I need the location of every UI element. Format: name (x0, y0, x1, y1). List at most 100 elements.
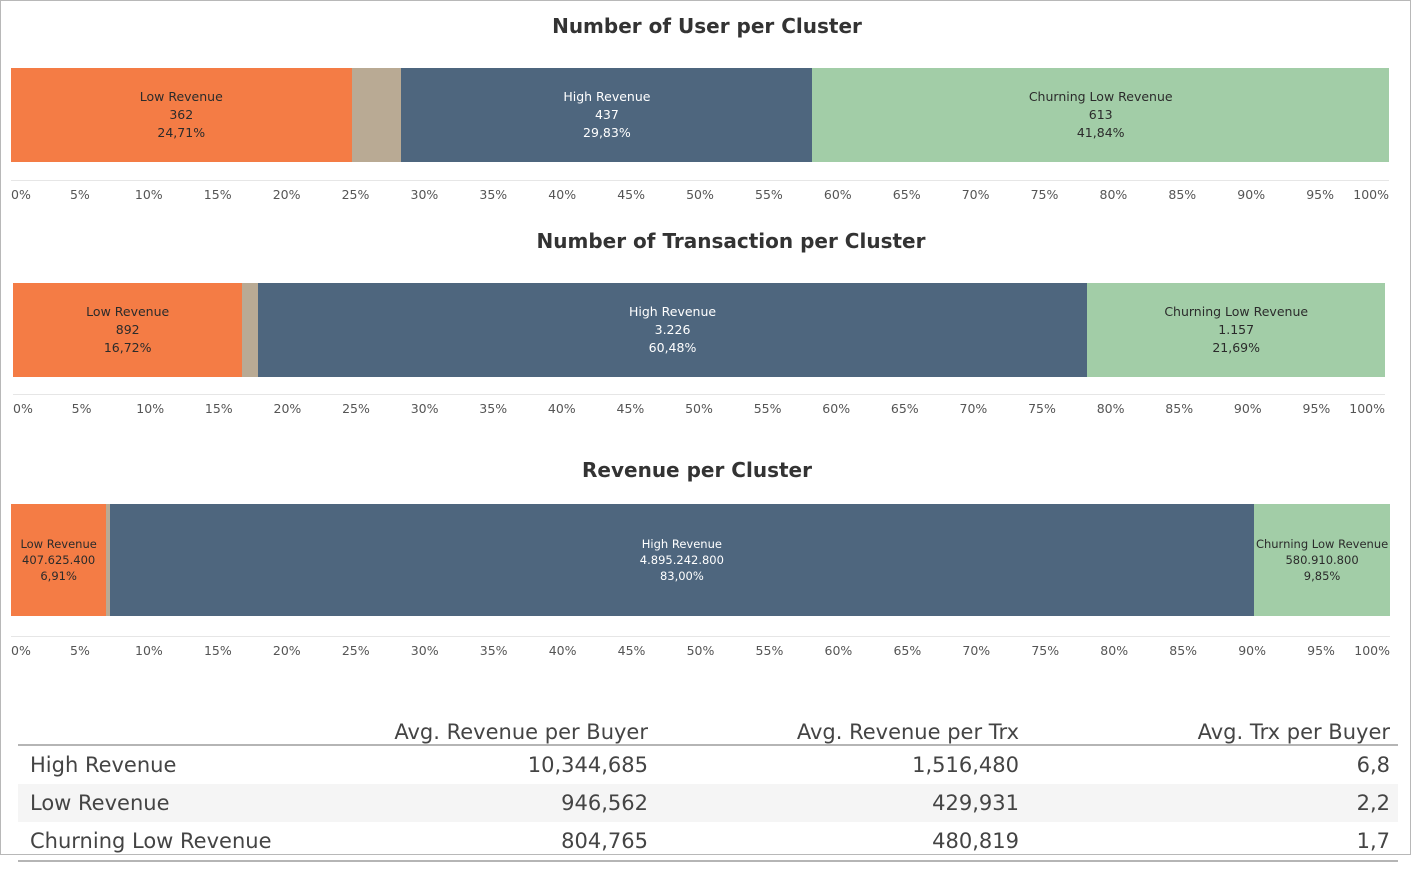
x-tick-label: 35% (479, 643, 508, 658)
x-tick-label: 90% (1233, 401, 1262, 416)
x-tick-label: 30% (410, 187, 439, 202)
bar-segment-high-revenue[interactable]: High Revenue 3.226 60,48% (257, 283, 1088, 377)
x-tick-label: 10% (136, 401, 165, 416)
segment-value-label: 613 (1088, 107, 1113, 122)
x-tick-label: 40% (547, 401, 576, 416)
x-tick-label: 95% (1302, 401, 1331, 416)
segment-name-label: High Revenue (563, 89, 651, 104)
x-tick-label: 25% (341, 643, 370, 658)
x-tick-label: 60% (822, 401, 851, 416)
bar-segment-churning-low-revenue[interactable]: Churning Low Revenue 613 41,84% (812, 68, 1389, 162)
x-tick-label: 100% (1354, 643, 1390, 658)
segment-value-label: 362 (169, 107, 194, 122)
x-axis-users: 0% 5% 10% 15% 20% 25% 30% 35% 40% 45% 50% 55% 60% 65%… (11, 180, 1389, 205)
row-name: Low Revenue (18, 784, 308, 822)
segment-data-label: High Revenue 4.895.242.800 83,00% (640, 536, 724, 584)
x-tick-label: 80% (1100, 643, 1129, 658)
table-row: Churning Low Revenue 804,765 480,819 1,7 (18, 822, 1398, 862)
x-tick-label: 20% (273, 401, 302, 416)
x-tick-label: 65% (893, 643, 922, 658)
bar-segment-other[interactable] (351, 68, 402, 162)
x-tick-label: 0% (11, 643, 31, 658)
x-axis-revenue: 0% 5% 10% 15% 20% 25% 30% 35% 40% 45% 50% 55% 60% 65%… (11, 636, 1390, 661)
x-tick-label: 45% (617, 643, 646, 658)
segment-data-label: Low Revenue 362 24,71% (140, 88, 223, 142)
x-tick-label: 5% (71, 401, 92, 416)
x-tick-label: 5% (70, 643, 90, 658)
x-tick-label: 15% (204, 401, 233, 416)
segment-data-label: Churning Low Revenue 1.157 21,69% (1164, 303, 1308, 357)
bar-segment-low-revenue[interactable]: Low Revenue 362 24,71% (11, 68, 352, 162)
x-tick-label: 95% (1306, 187, 1334, 202)
segment-percent-label: 9,85% (1303, 569, 1341, 583)
x-tick-label: 40% (548, 643, 577, 658)
segment-value-label: 580.910.800 (1285, 553, 1359, 567)
x-tick-label: 85% (1165, 401, 1194, 416)
x-tick-label: 20% (272, 643, 301, 658)
segment-name-label: Churning Low Revenue (1164, 304, 1309, 319)
x-tick-label: 15% (203, 187, 232, 202)
cell-avg-revenue-per-trx: 429,931 (656, 784, 1027, 822)
segment-data-label: High Revenue 3.226 60,48% (629, 303, 716, 357)
table-header-row: Avg. Revenue per Buyer Avg. Revenue per … (18, 708, 1398, 746)
segment-percent-label: 24,71% (157, 125, 206, 140)
bar-segment-high-revenue[interactable]: High Revenue 437 29,83% (401, 68, 813, 162)
x-tick-label: 60% (823, 187, 852, 202)
bar-segment-high-revenue[interactable]: High Revenue 4.895.242.800 83,00% (109, 504, 1255, 616)
x-tick-label: 40% (548, 187, 577, 202)
x-tick-label: 50% (685, 401, 713, 416)
chart-title-transactions: Number of Transaction per Cluster (536, 229, 926, 253)
x-tick-label: 5% (69, 187, 90, 202)
cell-avg-trx-per-buyer: 2,2 (1027, 784, 1398, 822)
segment-name-label: Low Revenue (86, 304, 170, 319)
x-tick-label: 60% (824, 643, 853, 658)
bar-segment-churning-low-revenue[interactable]: Churning Low Revenue 1.157 21,69% (1087, 283, 1385, 377)
segment-percent-label: 60,48% (648, 340, 697, 355)
x-tick-label: 65% (892, 187, 921, 202)
x-tick-label: 45% (616, 401, 645, 416)
x-tick-label: 80% (1099, 187, 1128, 202)
cell-avg-trx-per-buyer: 6,8 (1356, 753, 1390, 777)
stacked-bar-revenue: Low Revenue 407.625.400 6,91% High Revenue 4… (11, 504, 1390, 616)
x-tick-label: 90% (1238, 643, 1266, 658)
x-tick-label: 45% (617, 187, 645, 202)
x-tick-label: 30% (410, 643, 439, 658)
segment-name-label: Churning Low Revenue (1028, 89, 1173, 104)
segment-value-label: 437 (594, 107, 619, 122)
x-tick-label: 35% (479, 401, 508, 416)
x-tick-label: 70% (959, 401, 988, 416)
x-tick-label: 75% (1030, 187, 1059, 202)
segment-percent-label: 29,83% (583, 125, 631, 140)
segment-value-label: 4.895.242.800 (639, 553, 724, 567)
segment-data-label: Churning Low Revenue 613 41,84% (1029, 88, 1173, 142)
x-tick-label: 85% (1169, 643, 1198, 658)
x-tick-label: 70% (961, 187, 990, 202)
segment-value-label: 1.157 (1218, 322, 1255, 337)
cell-avg-trx-per-buyer: 1,7 (1027, 822, 1398, 862)
stacked-bar-users: Low Revenue 362 24,71% High Revenue 437 29,83… (11, 68, 1389, 162)
x-tick-label: 100% (1353, 187, 1389, 202)
x-tick-label: 35% (479, 187, 508, 202)
segment-value-label: 407.625.400 (22, 553, 96, 567)
x-tick-label: 55% (754, 187, 783, 202)
bar-segment-churning-low-revenue[interactable]: Churning Low Revenue 580.910.800 9,85% (1254, 504, 1390, 616)
cell-avg-revenue-per-buyer: 804,765 (308, 822, 656, 862)
segment-data-label: Churning Low Revenue 580.910.800 9,85% (1256, 536, 1388, 584)
table-header-empty (18, 708, 308, 746)
x-tick-label: 20% (272, 187, 301, 202)
row-name: Churning Low Revenue (18, 822, 308, 862)
x-tick-label: 85% (1168, 187, 1197, 202)
chart-title-users: Number of User per Cluster (552, 14, 862, 38)
bar-segment-low-revenue[interactable]: Low Revenue 892 16,72% (13, 283, 243, 377)
bar-segment-other[interactable] (242, 283, 258, 377)
x-tick-label: 25% (341, 187, 370, 202)
x-tick-label: 55% (755, 643, 784, 658)
segment-percent-label: 6,91% (40, 569, 77, 583)
cell-avg-revenue-per-buyer: 946,562 (308, 784, 656, 822)
segment-data-label: Low Revenue 407.625.400 6,91% (20, 536, 96, 584)
bar-segment-low-revenue[interactable]: Low Revenue 407.625.400 6,91% (11, 504, 107, 616)
cell-avg-revenue-per-trx: 1,516,480 (912, 753, 1019, 777)
x-tick-label: 75% (1031, 643, 1060, 658)
table-row: Low Revenue 946,562 429,931 2,2 (18, 784, 1398, 822)
x-tick-label: 0% (13, 401, 33, 416)
